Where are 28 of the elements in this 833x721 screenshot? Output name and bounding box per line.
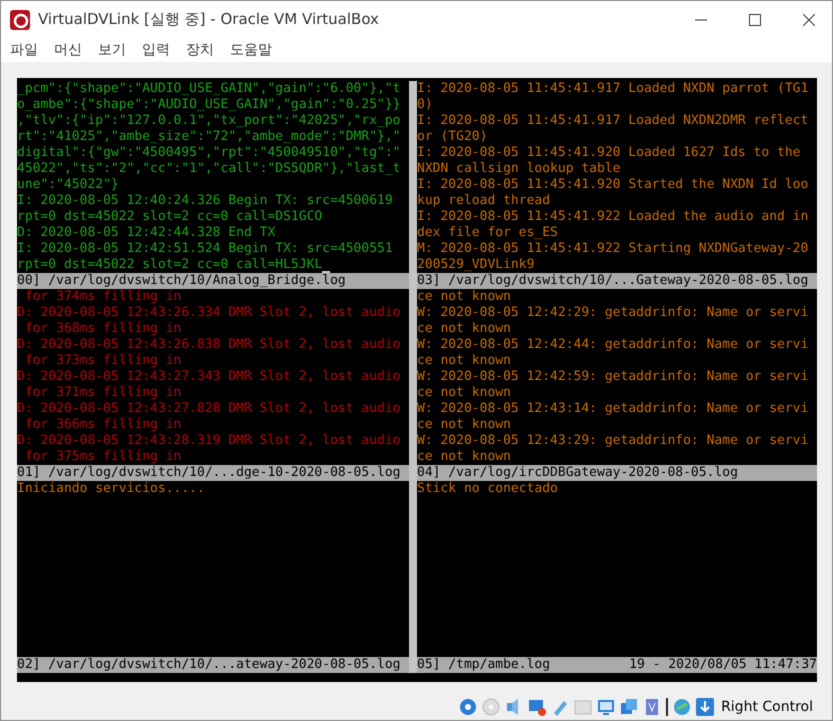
window-title: VirtualDVLink [실행 중] - Oracle VM VirtualBox	[38, 10, 380, 29]
separator-icon	[665, 697, 670, 717]
host-key-label: Right Control	[721, 698, 813, 717]
app-logo-icon	[10, 10, 30, 30]
windows-icon[interactable]	[619, 697, 640, 717]
close-icon	[803, 14, 815, 26]
log-output: Stick no conectado	[417, 481, 558, 497]
log-file-path: 00] /var/log/dvswitch/10/Analog_Bridge.log	[17, 273, 346, 289]
menu-item[interactable]: 머신	[54, 41, 82, 59]
log-file-path: 04] /var/log/ircDDBGateway-2020-08-05.log	[417, 465, 738, 481]
log-output: _pcm":{"shape":"AUDIO_USE_GAIN","gain":"6.00"},"t o_ambe":{"shape":"AUDIO_USE_GAIN","gain":"0.25"}} ,"tlv":{"ip":"127.0.0.1","tx_port":"42025","rx_po rt":"41025","ambe_size":"72","ambe_mode":"DMR"}," digital":{"gw":"4500495","rpt":"450049510","tg":" 45022","ts":"2","cc":"1","call":"DS5QDR"},"last_t une":"45022"} I: 2020-08-05 12:40:24.326 Begin TX: src=4500619 rpt=0 dst=45022 slot=2 cc=0 call=DS1GCO D: 2020-08-05 12:42:44.328 End TX I: 2020-08-05 12:42:51.524 Begin TX: src=4500551 rpt=0 dst=45022 slot=2 cc=0 call=HL5JKL	[17, 81, 401, 273]
optical-disc-icon[interactable]	[481, 697, 502, 717]
log-file-path: 02] /var/log/dvswitch/10/...ateway-2020-08-05.log	[17, 657, 401, 673]
maximize-icon	[749, 14, 761, 26]
menu-item[interactable]: 입력	[142, 41, 170, 59]
menu-item[interactable]: 파일	[10, 41, 38, 59]
menu-item[interactable]: 도움말	[230, 41, 272, 59]
log-file-path: 03] /var/log/dvswitch/10/...Gateway-2020-08-05.log	[417, 273, 808, 289]
log-file-path: 05] /tmp/ambe.log	[417, 657, 550, 673]
menu-item[interactable]: 보기	[98, 41, 126, 59]
log-output: I: 2020-08-05 11:45:41.917 Loaded NXDN parrot (TG1 0) I: 2020-08-05 11:45:41.917 Loaded NXDN2DMR reflect or (TG20) I: 2020-08-05 11:45:41.920 Loaded 1627 Ids to the NXDN callsign lookup table I: 2020-08-05 11:45:41.920 Started the NXDN Id loo kup reload thread I: 2020-08-05 11:45:41.922 Loaded the audio and in dex file for es_ES M: 2020-08-05 11:45:41.922 Starting NXDNGateway-20 200529_VDVLink9	[417, 81, 808, 273]
log-output: Iniciando servicios.....	[17, 481, 205, 497]
log-output: for 374ms filling in D: 2020-08-05 12:43:26.334 DMR Slot 2, lost audio for 368ms filling in D: 2020-08-05 12:43:26.838 DMR Slot 2, lost audio for 373ms filling in D: 2020-08-05 12:43:27.343 DMR Slot 2, lost audio for 371ms filling in D: 2020-08-05 12:43:27.828 DMR Slot 2, lost audio for 366ms filling in D: 2020-08-05 12:43:28.319 DMR Slot 2, lost audio for 375ms filling in	[17, 289, 401, 465]
log-output: ce not known W: 2020-08-05 12:42:29: getaddrinfo: Name or servi ce not known W: 2020-08-05 12:42:44: getaddrinfo: Name or servi ce not known W: 2020-08-05 12:42:59: getaddrinfo: Name or servi ce not known W: 2020-08-05 12:43:14: getaddrinfo: Name or servi ce not known W: 2020-08-05 12:43:29: getaddrinfo: Name or servi ce not known	[417, 289, 808, 465]
log-file-path: 01] /var/log/dvswitch/10/...dge-10-2020-08-05.log	[17, 465, 401, 481]
menu-item[interactable]: 장치	[186, 41, 214, 59]
display-icon[interactable]	[596, 697, 616, 717]
status-timestamp: 19 - 2020/08/05 11:47:37	[629, 657, 817, 673]
